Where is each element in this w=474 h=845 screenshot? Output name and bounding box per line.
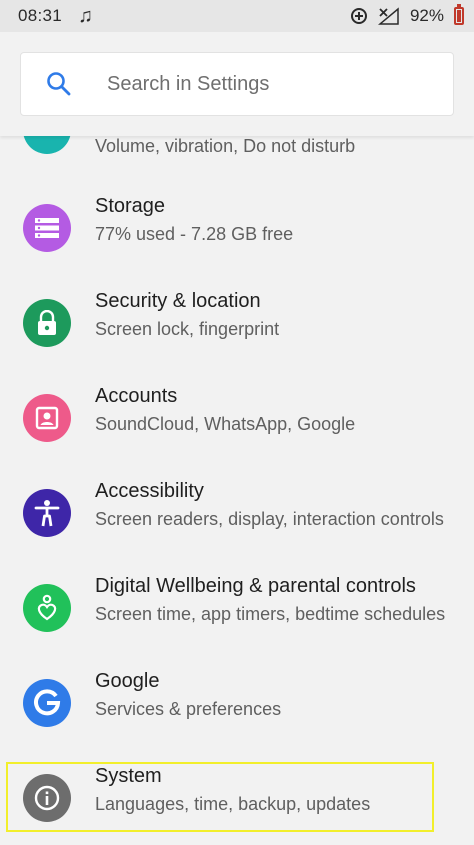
settings-item-sound[interactable]: Volume, vibration, Do not disturb [0,136,474,164]
item-title: Accounts [95,385,178,407]
item-subtitle: 77% used - 7.28 GB free [95,224,294,244]
search-bar[interactable]: Search in Settings [20,52,454,116]
account-icon [23,394,71,442]
accessibility-icon [23,489,71,537]
item-subtitle: Screen time, app timers, bedtime schedul… [95,604,446,624]
battery-icon [454,4,464,25]
search-placeholder: Search in Settings [107,72,270,95]
item-subtitle: SoundCloud, WhatsApp, Google [95,414,356,434]
item-title: Accessibility [95,480,204,502]
wellbeing-icon [23,584,71,632]
item-subtitle: Languages, time, backup, updates [95,794,371,814]
status-time: 08:31 [18,6,63,25]
search-header: Search in Settings [0,32,474,136]
settings-item-system[interactable]: System Languages, time, backup, updates [0,750,474,845]
item-title: Storage [95,195,166,217]
battery-percent: 92% [409,6,444,25]
status-bar: 08:31 ♫ 92% [0,0,474,32]
item-title: Digital Wellbeing & parental controls [95,575,416,597]
settings-item-google[interactable]: Google Services & preferences [0,655,474,750]
item-subtitle: Volume, vibration, Do not disturb [95,136,356,156]
settings-item-accounts[interactable]: Accounts SoundCloud, WhatsApp, Google [0,370,474,465]
google-icon [23,679,71,727]
info-icon [23,774,71,822]
item-subtitle: Screen readers, display, interaction con… [95,509,444,529]
settings-item-digital-wellbeing[interactable]: Digital Wellbeing & parental controls Sc… [0,560,474,655]
status-right-icons: 92% [350,4,464,26]
search-icon [47,72,71,96]
lock-icon [23,299,71,347]
settings-item-accessibility[interactable]: Accessibility Screen readers, display, i… [0,465,474,560]
settings-item-storage[interactable]: Storage 77% used - 7.28 GB free [0,180,474,275]
data-saver-icon [350,8,367,24]
music-note-icon: ♫ [78,5,94,27]
item-title: Security & location [95,290,261,312]
sound-icon [23,136,71,154]
no-signal-icon [377,7,399,25]
storage-icon [23,204,71,252]
item-title: System [95,765,162,787]
item-title: Google [95,670,160,692]
item-subtitle: Services & preferences [95,699,282,719]
settings-item-security[interactable]: Security & location Screen lock, fingerp… [0,275,474,370]
item-subtitle: Screen lock, fingerprint [95,319,280,339]
